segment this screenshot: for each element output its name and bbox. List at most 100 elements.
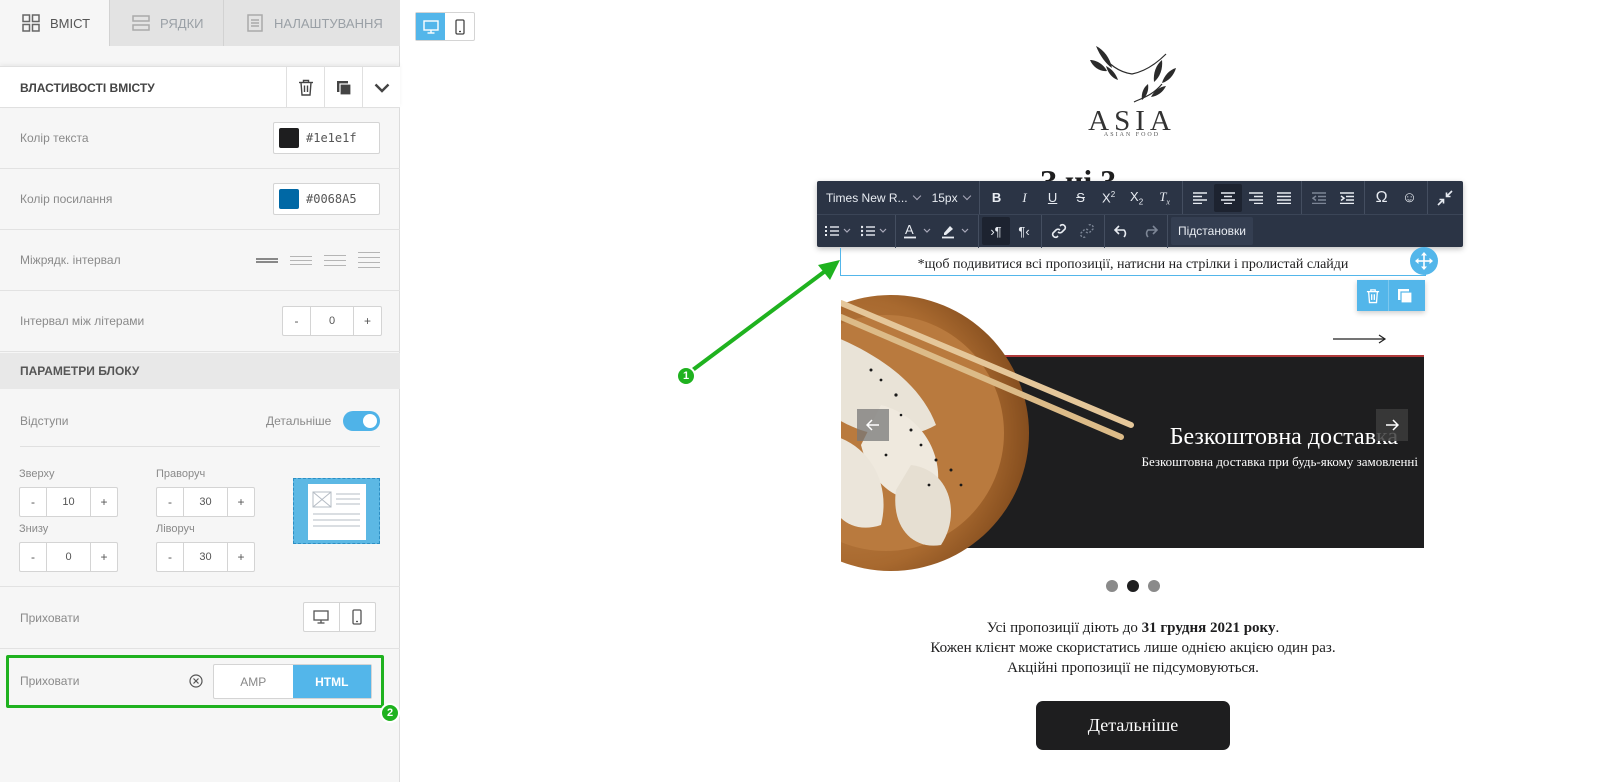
- editable-text-block[interactable]: *щоб подивитися всі пропозиції, натисни …: [840, 257, 1426, 273]
- line-spacing-loose-icon[interactable]: [324, 252, 346, 268]
- padding-right-label: Праворуч: [156, 468, 206, 480]
- font-size-select[interactable]: 15px: [926, 184, 976, 212]
- toolbar-row-1: Times New R... 15px B I U S X2 X2 Tx Ω ☺: [817, 181, 1462, 214]
- hide-amp-option[interactable]: AMP: [214, 665, 293, 698]
- slide-dots: [1106, 580, 1160, 592]
- padding-top-increase[interactable]: +: [91, 488, 117, 516]
- italic-button[interactable]: I: [1011, 184, 1039, 212]
- insert-group: Ω ☺: [1365, 181, 1428, 214]
- unlink-button[interactable]: [1073, 217, 1101, 245]
- indent-button[interactable]: [1333, 184, 1361, 212]
- merge-tags-button[interactable]: Підстановки: [1171, 217, 1253, 245]
- padding-top-value[interactable]: 10: [46, 488, 91, 516]
- align-justify-button[interactable]: [1270, 184, 1298, 212]
- subscript-icon: X2: [1130, 188, 1144, 207]
- padding-right-increase[interactable]: +: [228, 488, 254, 516]
- padding-bottom-increase[interactable]: +: [91, 543, 117, 571]
- block-params-header[interactable]: ПАРАМЕТРИ БЛОКУ: [0, 353, 400, 389]
- slide-dot[interactable]: [1148, 580, 1160, 592]
- align-left-button[interactable]: [1186, 184, 1214, 212]
- outdent-button[interactable]: [1305, 184, 1333, 212]
- duplicate-block-button[interactable]: [324, 67, 362, 108]
- slide-next-button[interactable]: [1376, 409, 1408, 441]
- padding-top-decrease[interactable]: -: [20, 488, 46, 516]
- padding-bottom-stepper: - 0 +: [19, 542, 118, 572]
- delete-text-block-button[interactable]: [1357, 280, 1389, 311]
- hide-on-mobile-button[interactable]: [340, 603, 376, 631]
- slide-dot-active[interactable]: [1127, 580, 1139, 592]
- padding-left-value[interactable]: 30: [183, 543, 228, 571]
- clear-format-button[interactable]: Tx: [1151, 184, 1179, 212]
- strikethrough-button[interactable]: S: [1067, 184, 1095, 212]
- line-spacing-tight-icon[interactable]: [256, 252, 278, 268]
- align-center-button[interactable]: [1213, 183, 1242, 212]
- ltr-button[interactable]: ›¶: [982, 217, 1010, 245]
- bold-button[interactable]: B: [983, 184, 1011, 212]
- desktop-view-button[interactable]: [416, 13, 445, 40]
- indent-icon: [1339, 191, 1354, 204]
- font-family-select[interactable]: Times New R...: [820, 184, 926, 212]
- mobile-view-button[interactable]: [445, 13, 474, 40]
- highlight-color-button[interactable]: [937, 217, 975, 245]
- padding-right-value[interactable]: 30: [183, 488, 228, 516]
- format-group: B I U S X2 X2 Tx: [980, 181, 1183, 214]
- undo-button[interactable]: [1108, 217, 1136, 245]
- padding-left-increase[interactable]: +: [228, 543, 254, 571]
- divider: [0, 648, 400, 649]
- letter-spacing-increase[interactable]: +: [354, 307, 381, 335]
- line-spacing-normal-icon[interactable]: [290, 252, 312, 268]
- hide-device-label: Приховати: [20, 611, 80, 625]
- emoji-button[interactable]: ☺: [1396, 184, 1424, 212]
- padding-left-decrease[interactable]: -: [157, 543, 183, 571]
- letter-spacing-row: Інтервал між літерами - 0 +: [0, 291, 400, 352]
- redo-button[interactable]: [1136, 217, 1164, 245]
- slide-dot[interactable]: [1106, 580, 1118, 592]
- padding-bottom-value[interactable]: 0: [46, 543, 91, 571]
- padding-bottom-decrease[interactable]: -: [20, 543, 46, 571]
- link-color-picker[interactable]: #0068A5: [273, 183, 380, 215]
- rtl-button[interactable]: ¶‹: [1010, 217, 1038, 245]
- font-size-value: 15px: [931, 190, 958, 205]
- delete-block-button[interactable]: [286, 67, 324, 108]
- letter-spacing-decrease[interactable]: -: [283, 307, 310, 335]
- collapse-button[interactable]: [362, 67, 400, 108]
- superscript-button[interactable]: X2: [1095, 184, 1123, 212]
- padding-detail-toggle[interactable]: [343, 411, 380, 431]
- hide-device-toggle: [303, 602, 376, 632]
- align-right-button[interactable]: [1242, 184, 1270, 212]
- align-group: [1183, 181, 1302, 214]
- bold-icon: B: [991, 190, 1002, 205]
- smiley-icon: ☺: [1401, 189, 1418, 206]
- padding-detail-label: Детальніше: [266, 414, 332, 428]
- letter-spacing-value[interactable]: 0: [310, 307, 354, 335]
- insert-link-button[interactable]: [1045, 217, 1073, 245]
- details-cta-button[interactable]: Детальніше: [1036, 701, 1230, 750]
- hide-on-desktop-button[interactable]: [304, 603, 340, 631]
- tab-rows[interactable]: РЯДКИ: [110, 0, 224, 46]
- text-color-button[interactable]: A: [899, 217, 937, 245]
- long-arrow-right-icon[interactable]: [1333, 333, 1387, 345]
- bullet-list-button[interactable]: [856, 217, 892, 245]
- terms-line-1-end: .: [1275, 620, 1280, 636]
- collapse-toolbar-button[interactable]: [1431, 184, 1459, 212]
- special-char-button[interactable]: Ω: [1368, 184, 1396, 212]
- padding-right-decrease[interactable]: -: [157, 488, 183, 516]
- clear-circle-icon[interactable]: [188, 673, 204, 689]
- text-color-picker[interactable]: #1e1e1f: [273, 122, 380, 154]
- tab-content[interactable]: ВМІСТ: [0, 0, 110, 46]
- direction-group: ›¶ ¶‹: [979, 214, 1042, 248]
- grid-icon: [22, 14, 40, 32]
- letter-spacing-stepper: - 0 +: [282, 306, 382, 336]
- drag-handle[interactable]: [1410, 247, 1438, 275]
- subscript-button[interactable]: X2: [1123, 184, 1151, 212]
- duplicate-text-block-button[interactable]: [1389, 280, 1421, 311]
- padding-preview-block: [308, 484, 366, 540]
- trash-icon: [1366, 288, 1379, 303]
- ordered-list-button[interactable]: [820, 217, 856, 245]
- underline-button[interactable]: U: [1039, 184, 1067, 212]
- hide-html-option[interactable]: HTML: [292, 665, 371, 698]
- align-right-icon: [1248, 191, 1263, 204]
- line-spacing-wide-icon[interactable]: [358, 252, 380, 268]
- slide-prev-button[interactable]: [857, 409, 889, 441]
- tab-settings[interactable]: НАЛАШТУВАННЯ: [224, 0, 400, 46]
